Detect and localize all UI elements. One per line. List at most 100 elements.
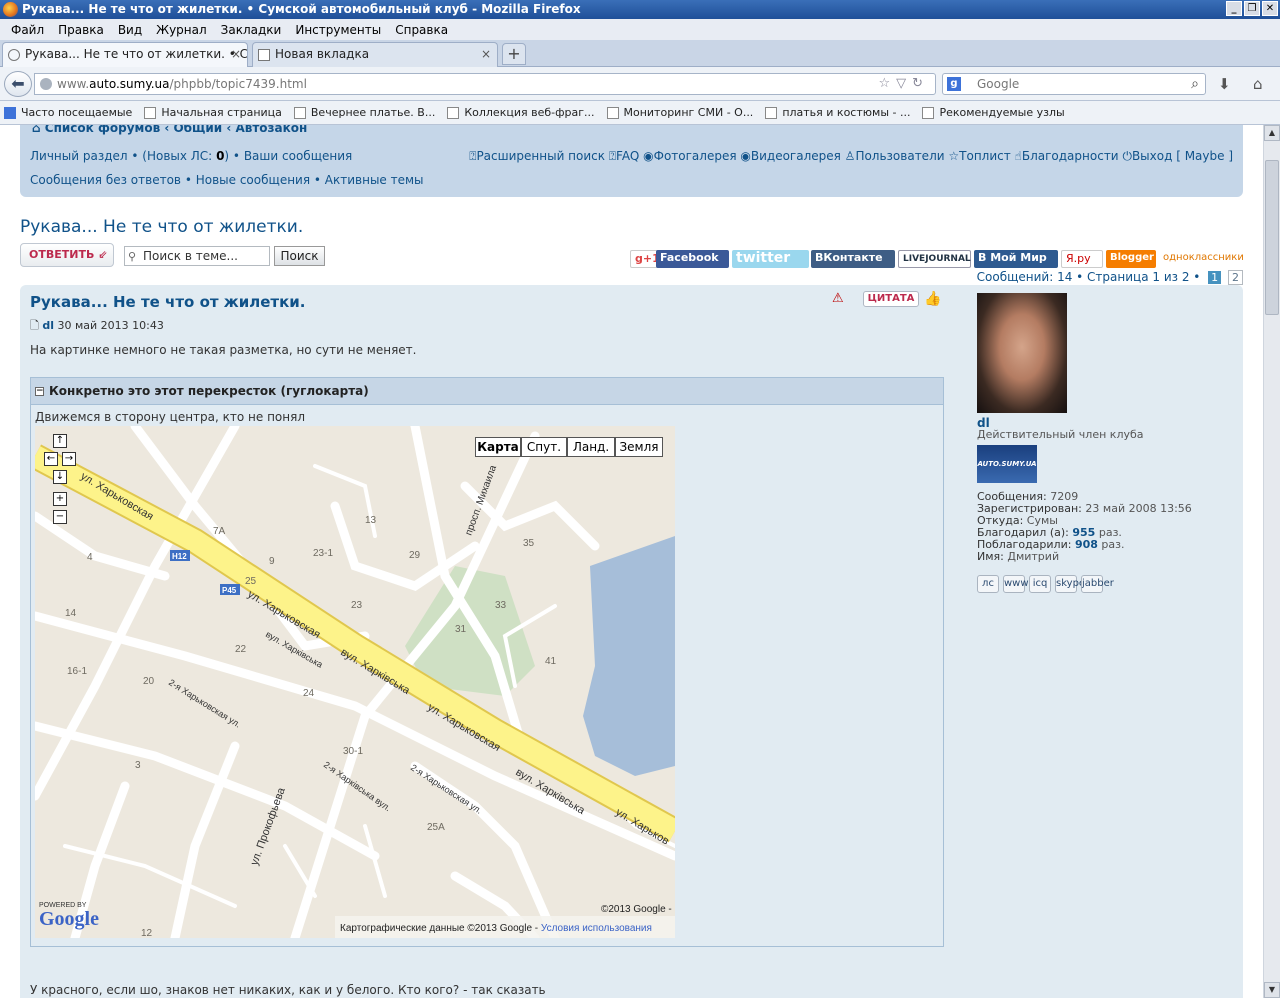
pagination: Сообщений: 14 • Страница 1 из 2 • 1 2 xyxy=(977,270,1243,285)
map-label: 25 xyxy=(245,576,257,587)
thanks-icon[interactable]: 👍 xyxy=(924,291,941,307)
moimir-share-button[interactable]: В Мой Мир xyxy=(974,250,1058,268)
bookmark-item[interactable]: Начальная страница xyxy=(144,106,282,119)
forum-header: ⌂ Список форумов ‹ Общий ‹ Автозакон Лич… xyxy=(20,125,1243,197)
pan-up-icon[interactable]: ↑ xyxy=(53,434,67,448)
home-icon[interactable]: ⌂ xyxy=(1253,75,1263,93)
tab-new[interactable]: Новая вкладка × xyxy=(252,42,498,67)
breadcrumb[interactable]: ⌂ Список форумов ‹ Общий ‹ Автозакон xyxy=(32,125,307,135)
spoiler-header[interactable]: − Конкретно это этот перекресток (гуглок… xyxy=(31,378,943,405)
back-button[interactable]: ⬅ xyxy=(4,71,32,97)
yaru-share-button[interactable]: Я.ру xyxy=(1061,250,1103,268)
twitter-share-button[interactable]: twitter xyxy=(732,250,809,268)
video-gallery-link[interactable]: ◉Видеогалерея xyxy=(740,149,840,163)
map-canvas: 13 7А 9 23-1 29 35 33 31 41 23 22 25 24 … xyxy=(35,426,675,938)
scroll-down-icon[interactable]: ▼ xyxy=(1264,982,1280,998)
post-title[interactable]: Рукава... Не те что от жилетки. xyxy=(30,293,305,311)
menu-help[interactable]: Справка xyxy=(388,23,455,37)
minimize-icon[interactable]: _ xyxy=(1226,1,1242,16)
topic-search-button[interactable]: Поиск xyxy=(274,246,325,266)
close-icon[interactable]: ✕ xyxy=(1262,1,1278,16)
map-type-terrain[interactable]: Ланд. xyxy=(567,437,615,457)
zoom-in-icon[interactable]: + xyxy=(53,492,67,506)
odnoklassniki-share-button[interactable]: одноклассники xyxy=(1159,250,1244,268)
bookmark-item[interactable]: Мониторинг СМИ - О... xyxy=(606,106,753,119)
active-topics-link[interactable]: Активные темы xyxy=(325,173,424,187)
pan-left-icon[interactable]: ← xyxy=(44,452,58,466)
map-type-satellite[interactable]: Спут. xyxy=(521,437,567,457)
members-link[interactable]: ♙Пользователи xyxy=(845,149,945,163)
www-icon[interactable]: www xyxy=(1003,575,1029,593)
post-author[interactable]: dl xyxy=(42,319,54,332)
photo-gallery-link[interactable]: ◉Фотогалерея xyxy=(643,149,736,163)
menu-edit[interactable]: Правка xyxy=(51,23,111,37)
reload-icon[interactable]: ↻ xyxy=(912,76,929,91)
vertical-scrollbar[interactable]: ▲ ▼ xyxy=(1263,125,1280,998)
livejournal-share-button[interactable]: LIVEJOURNAL xyxy=(898,250,971,268)
faq-link[interactable]: ⍰FAQ xyxy=(609,149,639,163)
icq-icon[interactable]: icq xyxy=(1029,575,1051,593)
menu-bookmarks[interactable]: Закладки xyxy=(214,23,289,37)
tab-close-icon[interactable]: × xyxy=(481,47,491,61)
tab-forum[interactable]: Рукава... Не те что от жилетки. • Сум...… xyxy=(2,42,248,67)
url-bar[interactable]: www.auto.sumy.ua/phpbb/topic7439.html ☆▽… xyxy=(34,73,936,95)
page-current: 1 xyxy=(1208,271,1222,284)
bookmark-item[interactable]: платья и костюмы - ... xyxy=(765,106,910,119)
topic-search-input[interactable]: ⚲ Поиск в теме... xyxy=(124,246,270,266)
page-favicon-icon xyxy=(258,49,270,61)
new-posts-link[interactable]: Новые сообщения xyxy=(196,173,310,187)
scrollbar-thumb[interactable] xyxy=(1265,160,1279,315)
search-placeholder: Google xyxy=(977,77,1020,91)
search-bar[interactable]: g Google ⌕ xyxy=(942,73,1206,95)
google-logo[interactable]: Google xyxy=(39,908,99,931)
google-map[interactable]: 13 7А 9 23-1 29 35 33 31 41 23 22 25 24 … xyxy=(35,426,675,938)
tab-close-icon[interactable]: × xyxy=(231,47,241,61)
map-label: 13 xyxy=(365,515,377,526)
reply-button[interactable]: ОТВЕТИТЬ ⇙ xyxy=(20,243,114,267)
scroll-up-icon[interactable]: ▲ xyxy=(1264,125,1280,141)
ucp-link[interactable]: Личный раздел xyxy=(30,149,128,163)
toplist-link[interactable]: ☆Топлист xyxy=(948,149,1010,163)
profile-rank: Действительный член клуба xyxy=(977,428,1144,441)
pm-link[interactable]: (Новых ЛС: 0) xyxy=(142,149,229,163)
bookmark-item[interactable]: Часто посещаемые xyxy=(4,106,132,119)
jabber-icon[interactable]: jabber xyxy=(1081,575,1114,593)
zoom-out-icon[interactable]: − xyxy=(53,510,67,524)
map-type-earth[interactable]: Земля xyxy=(615,437,663,457)
your-posts-link[interactable]: Ваши сообщения xyxy=(244,149,352,163)
google-search-icon[interactable]: g xyxy=(947,77,961,91)
facebook-share-button[interactable]: Facebook xyxy=(656,250,729,268)
terms-link[interactable]: Условия использования xyxy=(541,923,652,934)
map-label: 9 xyxy=(269,556,275,567)
new-tab-button[interactable]: + xyxy=(502,43,526,65)
map-type-map[interactable]: Карта xyxy=(475,437,521,457)
logout-link[interactable]: ⏻Выход [ Maybe ] xyxy=(1122,149,1233,163)
menu-tools[interactable]: Инструменты xyxy=(288,23,388,37)
thanks-link[interactable]: ☝Благодарности xyxy=(1015,149,1119,163)
bookmark-item[interactable]: Вечернее платье. В... xyxy=(293,106,435,119)
collapse-icon[interactable]: − xyxy=(35,387,44,396)
star-icon[interactable]: ☆ xyxy=(878,76,896,91)
menu-file[interactable]: Файл xyxy=(4,23,51,37)
skype-icon[interactable]: skype xyxy=(1055,575,1085,593)
vkontakte-share-button[interactable]: ВКонтакте xyxy=(811,250,895,268)
dropdown-icon[interactable]: ▽ xyxy=(896,76,912,91)
restore-icon[interactable]: ❐ xyxy=(1244,1,1260,16)
report-icon[interactable]: ⚠ xyxy=(832,291,844,307)
pm-icon[interactable]: лс xyxy=(977,575,999,593)
menu-history[interactable]: Журнал xyxy=(149,23,214,37)
advanced-search-link[interactable]: ⍰Расширенный поиск xyxy=(469,149,605,163)
bookmark-item[interactable]: Рекомендуемые узлы xyxy=(922,106,1065,119)
pan-right-icon[interactable]: → xyxy=(62,452,76,466)
blogger-share-button[interactable]: Blogger xyxy=(1106,250,1156,268)
url-prefix: www. xyxy=(57,77,90,91)
menu-view[interactable]: Вид xyxy=(111,23,149,37)
quote-button[interactable]: ЦИТАТА xyxy=(863,291,919,307)
pan-down-icon[interactable]: ↓ xyxy=(53,470,67,484)
bookmark-item[interactable]: Коллекция веб-фраг... xyxy=(447,106,595,119)
topic-title[interactable]: Рукава... Не те что от жилетки. xyxy=(20,217,303,237)
magnifier-icon[interactable]: ⌕ xyxy=(1191,74,1199,94)
download-icon[interactable]: ⬇ xyxy=(1218,75,1231,93)
unanswered-link[interactable]: Сообщения без ответов xyxy=(30,173,181,187)
page-link[interactable]: 2 xyxy=(1228,270,1243,285)
